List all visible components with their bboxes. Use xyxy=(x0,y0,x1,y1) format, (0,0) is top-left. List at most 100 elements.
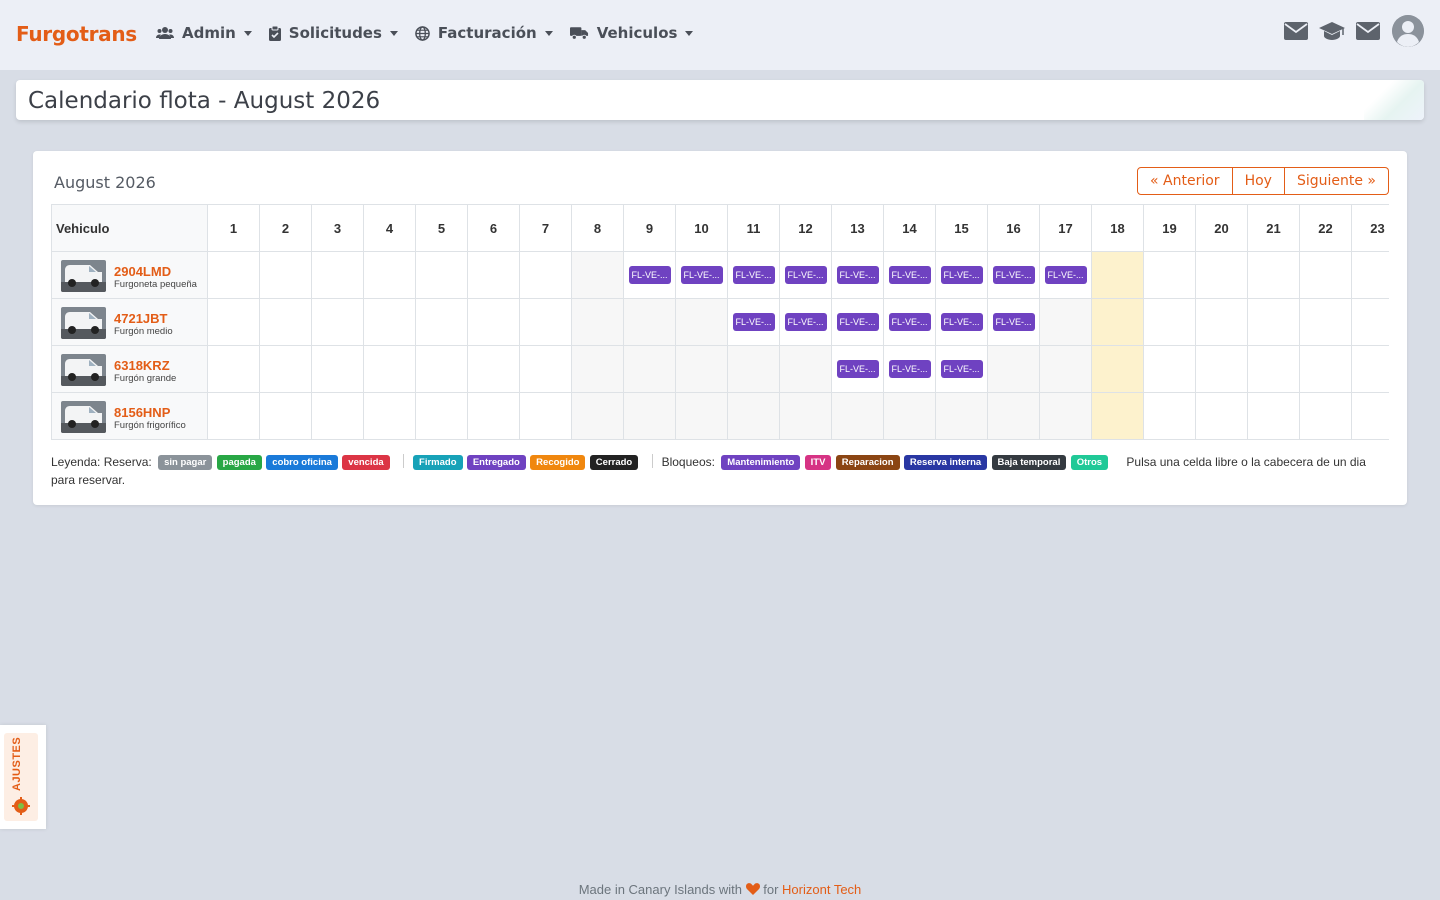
reservation-chip[interactable]: FL-VE-... xyxy=(784,313,827,331)
day-cell[interactable] xyxy=(1091,392,1144,440)
reservation-chip[interactable]: FL-VE-... xyxy=(1044,266,1087,284)
calendar-grid-wrapper[interactable]: Vehiculo 1 2 3 4 5 6 7 8 9 10 11 12 13 14 15 16 17 18 19 20 2… xyxy=(51,204,1389,444)
day-header[interactable]: 16 xyxy=(987,204,1040,252)
day-cell[interactable] xyxy=(311,392,364,440)
day-cell[interactable] xyxy=(1195,392,1248,440)
day-cell[interactable] xyxy=(779,345,832,393)
day-cell[interactable]: FL-VE-... xyxy=(883,251,936,299)
day-cell[interactable] xyxy=(1143,345,1196,393)
day-cell[interactable] xyxy=(1247,392,1300,440)
vehicle-plate-link[interactable]: 8156HNP xyxy=(114,405,170,420)
day-cell[interactable] xyxy=(1299,345,1352,393)
menu-admin[interactable]: Admin xyxy=(156,24,252,42)
day-cell[interactable]: FL-VE-... xyxy=(675,251,728,299)
menu-facturacion[interactable]: Facturación xyxy=(415,24,553,42)
day-cell[interactable] xyxy=(1091,345,1144,393)
day-header[interactable]: 13 xyxy=(831,204,884,252)
day-cell[interactable] xyxy=(1039,392,1092,440)
day-cell[interactable] xyxy=(1195,298,1248,346)
day-cell[interactable] xyxy=(363,345,416,393)
day-cell[interactable]: FL-VE-... xyxy=(831,251,884,299)
day-cell[interactable] xyxy=(311,345,364,393)
day-cell[interactable] xyxy=(1195,251,1248,299)
day-cell[interactable] xyxy=(987,392,1040,440)
day-cell[interactable] xyxy=(727,345,780,393)
day-cell[interactable] xyxy=(883,392,936,440)
reservation-chip[interactable]: FL-VE-... xyxy=(992,266,1035,284)
reservation-chip[interactable]: FL-VE-... xyxy=(836,360,879,378)
footer-link[interactable]: Horizont Tech xyxy=(782,882,861,897)
day-cell[interactable] xyxy=(1299,298,1352,346)
day-cell[interactable] xyxy=(519,298,572,346)
day-header[interactable]: 3 xyxy=(311,204,364,252)
menu-vehiculos[interactable]: Vehiculos xyxy=(569,24,694,42)
reservation-chip[interactable]: FL-VE-... xyxy=(784,266,827,284)
day-cell[interactable] xyxy=(363,251,416,299)
day-header[interactable]: 23 xyxy=(1351,204,1389,252)
day-cell[interactable] xyxy=(467,392,520,440)
day-cell[interactable] xyxy=(623,392,676,440)
day-header[interactable]: 7 xyxy=(519,204,572,252)
day-cell[interactable]: FL-VE-... xyxy=(831,298,884,346)
day-cell[interactable] xyxy=(1091,251,1144,299)
day-cell[interactable] xyxy=(571,251,624,299)
day-header[interactable]: 10 xyxy=(675,204,728,252)
day-cell[interactable] xyxy=(259,251,312,299)
day-cell[interactable] xyxy=(779,392,832,440)
day-header[interactable]: 17 xyxy=(1039,204,1092,252)
day-header[interactable]: 14 xyxy=(883,204,936,252)
reservation-chip[interactable]: FL-VE-... xyxy=(680,266,723,284)
day-cell[interactable] xyxy=(1351,345,1389,393)
day-cell[interactable]: FL-VE-... xyxy=(1039,251,1092,299)
reservation-chip[interactable]: FL-VE-... xyxy=(836,266,879,284)
day-cell[interactable] xyxy=(1351,251,1389,299)
day-cell[interactable] xyxy=(1299,392,1352,440)
day-header[interactable]: 22 xyxy=(1299,204,1352,252)
day-header[interactable]: 18 xyxy=(1091,204,1144,252)
reservation-chip[interactable]: FL-VE-... xyxy=(888,266,931,284)
day-cell[interactable]: FL-VE-... xyxy=(987,298,1040,346)
day-cell[interactable] xyxy=(207,251,260,299)
day-cell[interactable]: FL-VE-... xyxy=(779,298,832,346)
day-cell[interactable] xyxy=(571,392,624,440)
day-cell[interactable] xyxy=(415,392,468,440)
day-cell[interactable] xyxy=(207,298,260,346)
day-header[interactable]: 5 xyxy=(415,204,468,252)
day-header[interactable]: 11 xyxy=(727,204,780,252)
today-button[interactable]: Hoy xyxy=(1232,167,1285,195)
day-cell[interactable] xyxy=(831,392,884,440)
day-cell[interactable]: FL-VE-... xyxy=(935,298,988,346)
day-cell[interactable] xyxy=(415,298,468,346)
day-cell[interactable] xyxy=(207,345,260,393)
day-cell[interactable]: FL-VE-... xyxy=(935,345,988,393)
reservation-chip[interactable]: FL-VE-... xyxy=(940,313,983,331)
day-header[interactable]: 9 xyxy=(623,204,676,252)
day-cell[interactable] xyxy=(259,392,312,440)
day-cell[interactable] xyxy=(571,298,624,346)
day-cell[interactable] xyxy=(259,345,312,393)
vehicle-plate-link[interactable]: 6318KRZ xyxy=(114,358,170,373)
day-cell[interactable] xyxy=(1351,298,1389,346)
day-cell[interactable] xyxy=(1195,345,1248,393)
graduation-cap-icon[interactable] xyxy=(1318,21,1346,41)
day-cell[interactable] xyxy=(519,251,572,299)
day-cell[interactable] xyxy=(363,298,416,346)
day-cell[interactable] xyxy=(623,298,676,346)
day-cell[interactable] xyxy=(987,345,1040,393)
day-header[interactable]: 19 xyxy=(1143,204,1196,252)
day-cell[interactable] xyxy=(935,392,988,440)
day-cell[interactable] xyxy=(415,251,468,299)
day-cell[interactable] xyxy=(311,298,364,346)
day-header[interactable]: 12 xyxy=(779,204,832,252)
day-cell[interactable] xyxy=(519,392,572,440)
vehicle-plate-link[interactable]: 4721JBT xyxy=(114,311,167,326)
reservation-chip[interactable]: FL-VE-... xyxy=(732,266,775,284)
day-cell[interactable] xyxy=(1143,392,1196,440)
day-cell[interactable] xyxy=(1039,345,1092,393)
settings-tab[interactable]: AJUSTES xyxy=(0,725,46,829)
day-cell[interactable] xyxy=(467,345,520,393)
day-cell[interactable]: FL-VE-... xyxy=(987,251,1040,299)
day-cell[interactable] xyxy=(1039,298,1092,346)
day-cell[interactable]: FL-VE-... xyxy=(727,251,780,299)
prev-month-button[interactable]: « Anterior xyxy=(1137,167,1233,195)
